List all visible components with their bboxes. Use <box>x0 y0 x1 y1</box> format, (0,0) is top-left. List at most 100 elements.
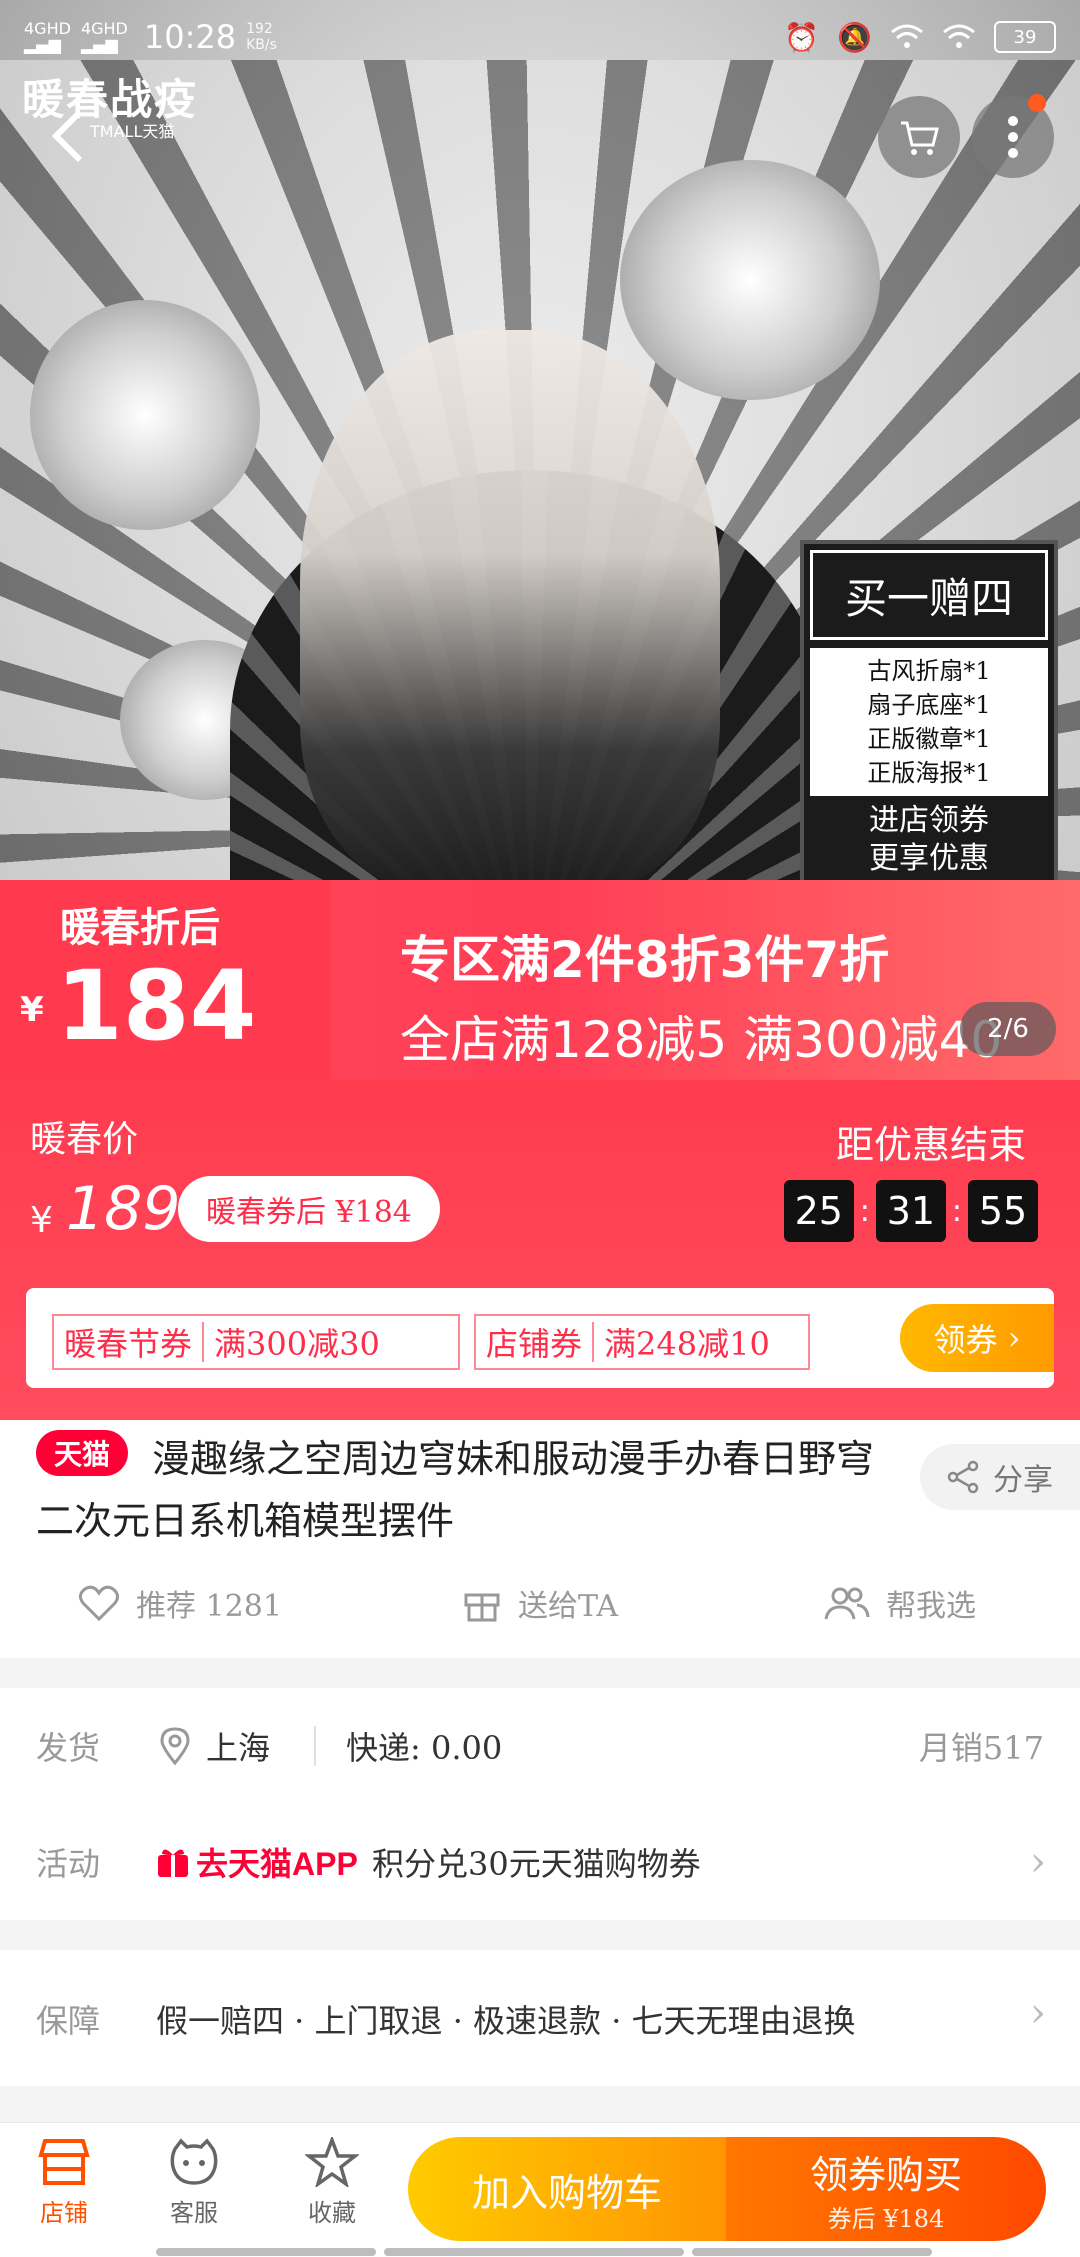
countdown-seconds: 55 <box>968 1180 1038 1242</box>
promo-foot: 进店领券 更享优惠 <box>810 802 1048 878</box>
system-nav-hint <box>0 2248 1080 2256</box>
ship-location: 上海 <box>160 1723 270 1769</box>
gift-promo-box: 买一赠四 古风折扇*1 扇子底座*1 正版徽章*1 正版海报*1 进店领券 更享… <box>800 540 1058 900</box>
more-icon <box>1008 116 1018 158</box>
status-bar: 4GHD ▂▄▆ 4GHD ▂▄▆ 10:28 192 KB/s ⏰ 🔕 39 <box>0 0 1080 74</box>
tmall-app-label: 去天猫APP <box>196 1846 358 1882</box>
status-right: ⏰ 🔕 39 <box>784 21 1056 54</box>
coupon-type: 店铺券 <box>486 1325 583 1363</box>
activity-row[interactable]: 活动 去天猫APP 积分兑30元天猫购物券 › <box>0 1804 1080 1920</box>
express-fee: 快递: 0.00 <box>346 1729 503 1767</box>
shipping-row: 发货 上海 快递: 0.00 月销517 <box>0 1688 1080 1804</box>
band-yuan: ¥ <box>20 990 44 1030</box>
countdown-sep: : <box>859 1193 870 1229</box>
add-to-cart-button[interactable]: 加入购物车 <box>408 2137 726 2241</box>
gift-label: 送给TA <box>517 1589 619 1624</box>
store-icon <box>38 2139 90 2185</box>
status-left: 4GHD ▂▄▆ 4GHD ▂▄▆ 10:28 192 KB/s <box>24 18 277 56</box>
cart-icon <box>901 121 939 155</box>
tab-store[interactable]: 店铺 <box>4 2137 124 2228</box>
coupon-tag[interactable]: 暖春节券 满300减30 <box>52 1314 460 1370</box>
back-button[interactable] <box>28 96 108 176</box>
chevron-right-icon: › <box>1030 1990 1046 2036</box>
band-promo-line: 专区满2件8折3件7折 <box>400 931 890 989</box>
recommend-button[interactable]: 推荐 1281 <box>0 1568 360 1638</box>
bottom-action-bar: 店铺 客服 收藏 加入购物车 领券购买 券后 ¥184 <box>0 2122 1080 2257</box>
chevron-right-icon: › <box>1030 1839 1046 1885</box>
heart-icon <box>79 1585 120 1622</box>
activity-label: 活动 <box>36 1845 101 1883</box>
coupon-tag[interactable]: 店铺券 满248减10 <box>474 1314 810 1370</box>
guarantee-text: 假一赔四 · 上门取退 · 极速退款 · 七天无理由退换 <box>156 2002 856 2040</box>
activity-text: 积分兑30元天猫购物券 <box>372 1845 701 1883</box>
people-icon <box>824 1587 870 1620</box>
guarantee-label: 保障 <box>36 2002 101 2040</box>
promo-item: 正版海报*1 <box>867 759 991 787</box>
nav-segment <box>384 2248 684 2256</box>
battery-level: 39 <box>1013 26 1037 48</box>
get-coupon-button[interactable]: 领券 › <box>900 1304 1054 1372</box>
price-value: 189 <box>66 1174 181 1244</box>
coupon-divider <box>202 1322 205 1362</box>
coupon-type: 暖春节券 <box>64 1325 193 1363</box>
tab-store-label: 店铺 <box>40 2199 88 2227</box>
gift-button[interactable]: 送给TA <box>360 1568 720 1638</box>
countdown-minutes: 31 <box>875 1180 946 1242</box>
buy-with-coupon-button[interactable]: 领券购买 券后 ¥184 <box>726 2137 1046 2241</box>
band-price: 184 <box>56 950 257 1062</box>
share-button[interactable]: 分享 <box>920 1444 1080 1510</box>
net-speed: 192 KB/s <box>246 21 277 53</box>
tab-service-label: 客服 <box>170 2199 218 2227</box>
mute-icon: 🔕 <box>837 20 872 54</box>
battery-icon: 39 <box>994 21 1056 53</box>
promo-foot-line: 进店领券 <box>869 803 989 838</box>
help-choose-button[interactable]: 帮我选 <box>720 1568 1080 1638</box>
product-title-card: 漫趣缘之空周边穹妹和服动漫手办春日野穹二次元日系机箱模型摆件 天猫 分享 推荐 … <box>0 1420 1080 1658</box>
buy-sublabel: 券后 ¥184 <box>827 2205 945 2233</box>
tab-favorite[interactable]: 收藏 <box>272 2137 392 2228</box>
monthly-sales: 月销517 <box>918 1729 1044 1767</box>
signal-bars-icon: ▂▄▆ <box>80 35 118 54</box>
band-promo-line: 全店满128减5 满300减40 <box>400 1011 1003 1069</box>
notification-dot <box>1028 94 1046 112</box>
promo-head: 买一赠四 <box>810 550 1048 640</box>
promo-item: 正版徽章*1 <box>867 725 991 753</box>
back-arrow-icon <box>51 109 83 163</box>
countdown-label: 距优惠结束 <box>835 1123 1026 1167</box>
tmall-badge: 天猫 <box>36 1430 128 1476</box>
product-image-carousel[interactable]: 买一赠四 古风折扇*1 扇子底座*1 正版徽章*1 正版海报*1 进店领券 更享… <box>0 0 1080 1080</box>
price-section: 暖春价 ¥ 189 暖春券后 ¥184 距优惠结束 25 : 31 : 55 暖… <box>0 1080 1080 1420</box>
tab-service[interactable]: 客服 <box>134 2137 254 2228</box>
speed-unit: KB/s <box>246 37 277 53</box>
speed-value: 192 <box>246 21 273 37</box>
image-pager: 2/6 <box>960 1002 1056 1056</box>
band-label: 暖春折后 <box>60 905 220 951</box>
figure-image <box>300 330 720 890</box>
location-pin-icon <box>160 1727 190 1765</box>
gift-box-icon <box>158 1849 188 1877</box>
tmall-app-badge: 去天猫APP <box>156 1839 358 1885</box>
coupon-value: 满248减10 <box>604 1325 770 1363</box>
promo-item: 扇子底座*1 <box>867 691 991 719</box>
coupon-strip: 暖春节券 满300减30 店铺券 满248减10 领券 › <box>26 1288 1054 1388</box>
service-face-icon <box>170 2138 218 2185</box>
product-actions: 推荐 1281 送给TA 帮我选 <box>0 1568 1080 1638</box>
product-title: 漫趣缘之空周边穹妹和服动漫手办春日野穹二次元日系机箱模型摆件 <box>36 1437 875 1543</box>
share-label: 分享 <box>993 1463 1053 1498</box>
cart-button[interactable] <box>878 96 960 178</box>
coupon-divider <box>592 1322 595 1362</box>
star-icon <box>305 2137 359 2187</box>
signal-bars-icon: ▂▄▆ <box>24 35 61 54</box>
after-coupon-price: 暖春券后 ¥184 <box>178 1176 440 1242</box>
nav-segment <box>692 2248 932 2256</box>
promo-item: 古风折扇*1 <box>867 657 991 685</box>
promo-foot-line: 更享优惠 <box>869 841 989 876</box>
share-icon <box>947 1460 979 1494</box>
chevron-right-icon: › <box>997 1319 1021 1357</box>
price-label: 暖春价 <box>30 1119 139 1160</box>
price-yuan: ¥ <box>30 1200 53 1241</box>
shipping-card: 发货 上海 快递: 0.00 月销517 活动 去天猫APP 积分兑30元天猫购… <box>0 1688 1080 1920</box>
guarantee-row[interactable]: 保障 假一赔四 · 上门取退 · 极速退款 · 七天无理由退换 › <box>0 1950 1080 2086</box>
status-time: 10:28 <box>143 18 237 56</box>
shipping-label: 发货 <box>36 1729 101 1767</box>
